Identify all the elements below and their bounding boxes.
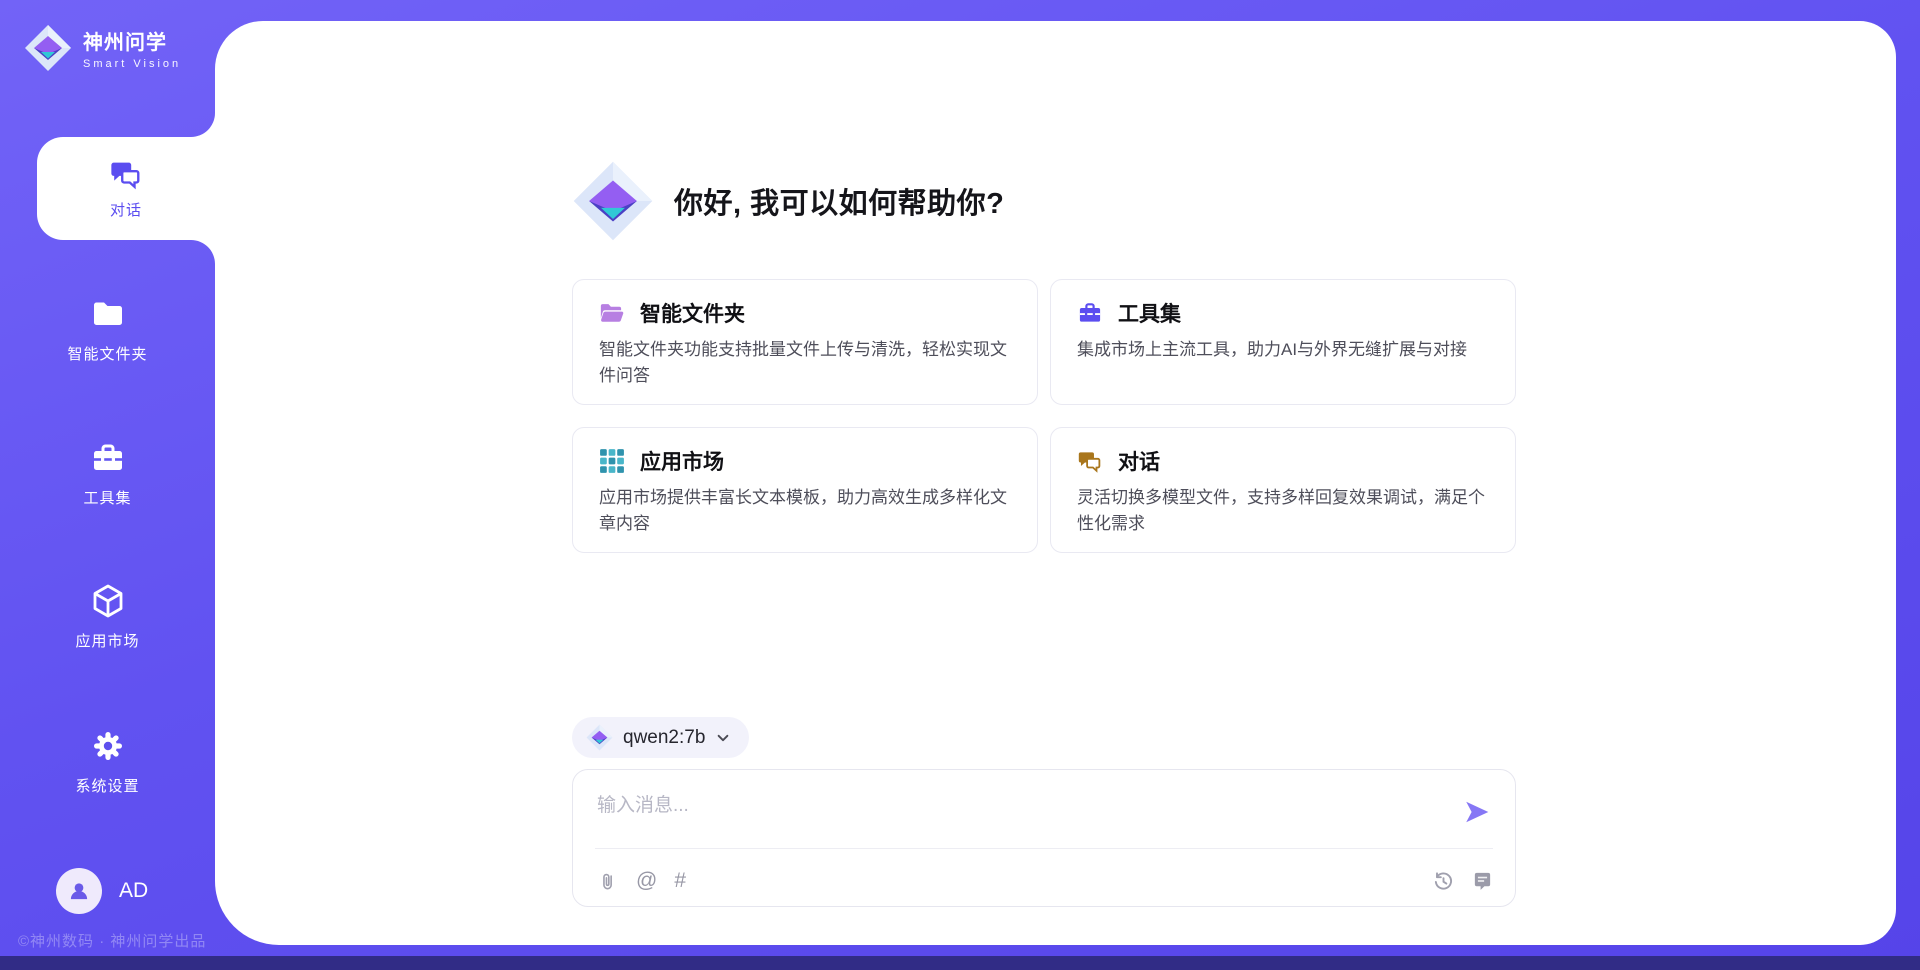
- model-name: qwen2:7b: [623, 727, 705, 749]
- paperclip-icon[interactable]: [597, 870, 619, 892]
- person-icon: [66, 878, 92, 904]
- cube-icon: [90, 583, 126, 619]
- sidebar-item-chat[interactable]: 对话: [37, 137, 215, 240]
- diamond-logo-icon: [572, 160, 654, 242]
- briefcase-icon: [1077, 300, 1103, 326]
- card-description: 智能文件夹功能支持批量文件上传与清洗，轻松实现文件问答: [599, 337, 1011, 388]
- bottom-accent-bar: [0, 956, 1920, 970]
- card-title: 工具集: [1118, 298, 1181, 328]
- history-icon[interactable]: [1432, 870, 1454, 892]
- card-title: 对话: [1118, 446, 1160, 476]
- sidebar-item-toolbox[interactable]: 工具集: [0, 440, 215, 508]
- copyright-footer: ©神州数码 · 神州问学出品: [18, 930, 206, 951]
- sidebar-item-label: 应用市场: [75, 630, 139, 651]
- sidebar-item-settings[interactable]: 系统设置: [0, 728, 215, 796]
- card-description: 灵活切换多模型文件，支持多样回复效果调试，满足个性化需求: [1077, 485, 1489, 536]
- card-chat[interactable]: 对话 灵活切换多模型文件，支持多样回复效果调试，满足个性化需求: [1050, 427, 1516, 553]
- sidebar-item-label: 系统设置: [75, 775, 139, 796]
- card-app-market[interactable]: 应用市场 应用市场提供丰富长文本模板，助力高效生成多样化文章内容: [572, 427, 1038, 553]
- greeting-block: 你好, 我可以如何帮助你?: [572, 160, 1004, 242]
- folder-icon: [90, 296, 126, 332]
- sidebar-item-smart-folder[interactable]: 智能文件夹: [0, 296, 215, 364]
- grid-icon: [599, 448, 625, 474]
- composer-toolbar: @ #: [597, 870, 1493, 892]
- chat-icon: [1077, 448, 1103, 474]
- at-icon[interactable]: @: [636, 870, 657, 892]
- tab-fillet-bottom: [191, 240, 215, 264]
- brand-subtitle: Smart Vision: [83, 58, 181, 70]
- hash-icon[interactable]: #: [674, 870, 686, 892]
- diamond-logo-icon: [586, 724, 613, 751]
- send-icon[interactable]: [1463, 798, 1491, 826]
- card-description: 集成市场上主流工具，助力AI与外界无缝扩展与对接: [1077, 337, 1489, 363]
- sidebar-item-label: 对话: [110, 199, 142, 220]
- toolbox-icon: [90, 440, 126, 476]
- comment-icon[interactable]: [1471, 870, 1493, 892]
- brand-logo: 神州问学 Smart Vision: [24, 24, 181, 72]
- sidebar-item-label: 工具集: [83, 487, 131, 508]
- brand-name: 神州问学: [83, 26, 181, 55]
- card-title: 应用市场: [640, 446, 724, 476]
- card-title: 智能文件夹: [640, 298, 745, 328]
- message-composer: @ #: [572, 769, 1516, 907]
- app-window: 神州问学 Smart Vision 对话 智能文件夹 工具集: [0, 0, 1920, 970]
- chevron-down-icon: [715, 731, 731, 745]
- message-input[interactable]: [597, 786, 1435, 826]
- folder-open-icon: [599, 300, 625, 326]
- sidebar-item-label: 智能文件夹: [67, 343, 147, 364]
- user-account[interactable]: AD: [56, 868, 148, 914]
- sidebar-item-app-market[interactable]: 应用市场: [0, 583, 215, 651]
- gear-icon: [90, 728, 126, 764]
- user-name: AD: [119, 879, 148, 903]
- card-description: 应用市场提供丰富长文本模板，助力高效生成多样化文章内容: [599, 485, 1011, 536]
- tab-fillet-top: [191, 113, 215, 137]
- card-smart-folder[interactable]: 智能文件夹 智能文件夹功能支持批量文件上传与清洗，轻松实现文件问答: [572, 279, 1038, 405]
- chat-icon: [109, 157, 143, 191]
- composer-divider: [595, 848, 1493, 849]
- model-selector[interactable]: qwen2:7b: [572, 717, 749, 758]
- avatar: [56, 868, 102, 914]
- diamond-logo-icon: [24, 24, 72, 72]
- feature-cards: 智能文件夹 智能文件夹功能支持批量文件上传与清洗，轻松实现文件问答 工具集 集成…: [572, 279, 1516, 553]
- card-toolbox[interactable]: 工具集 集成市场上主流工具，助力AI与外界无缝扩展与对接: [1050, 279, 1516, 405]
- greeting-title: 你好, 我可以如何帮助你?: [674, 180, 1004, 222]
